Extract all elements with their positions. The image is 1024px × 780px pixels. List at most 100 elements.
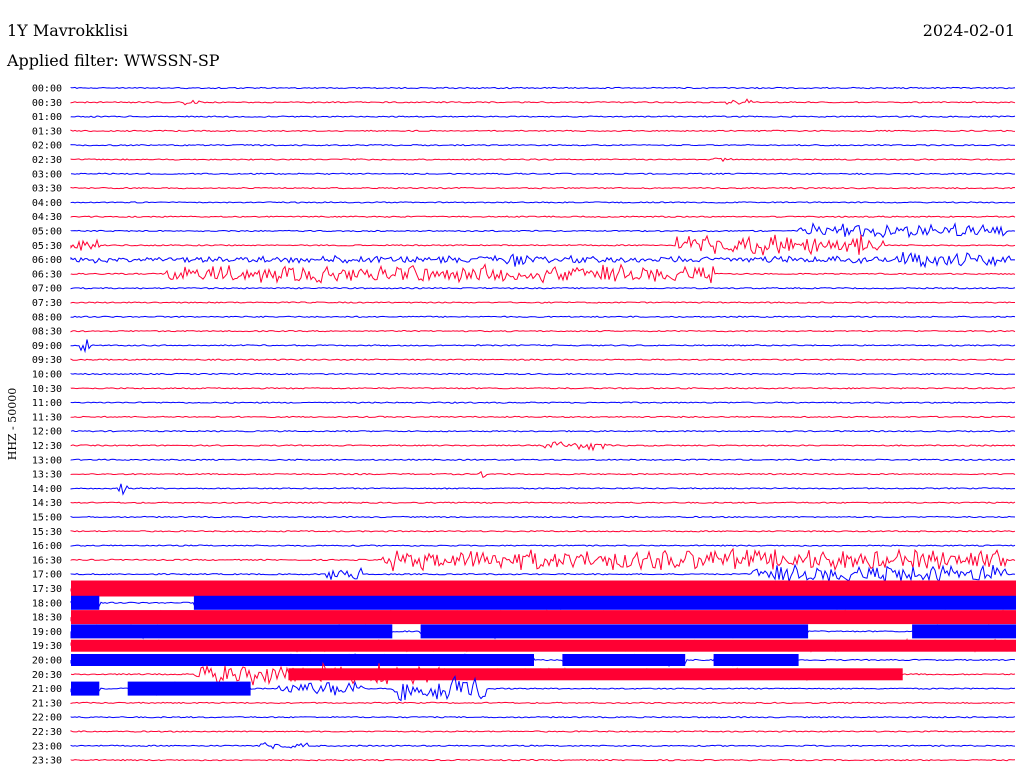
row-time-label: 21:00 bbox=[32, 684, 62, 695]
row-time-label: 05:00 bbox=[32, 227, 62, 238]
row-time-label: 10:30 bbox=[32, 384, 62, 395]
trace-saturation-block bbox=[713, 654, 799, 666]
row-time-label: 13:30 bbox=[32, 470, 62, 481]
y-axis-label: HHZ - 50000 bbox=[6, 388, 19, 461]
trace-row bbox=[70, 234, 1016, 256]
trace-saturation-block bbox=[420, 624, 809, 639]
trace-row bbox=[70, 215, 1016, 218]
row-time-label: 01:00 bbox=[32, 112, 62, 123]
trace-row bbox=[70, 515, 1016, 519]
trace-row bbox=[70, 547, 1016, 572]
row-time-label: 11:30 bbox=[32, 412, 62, 423]
trace-row bbox=[70, 186, 1016, 190]
trace-row bbox=[70, 470, 1016, 479]
row-time-label: 03:30 bbox=[32, 184, 62, 195]
trace-row bbox=[70, 441, 1016, 452]
trace-row bbox=[70, 387, 1016, 390]
row-time-label: 11:00 bbox=[32, 398, 62, 409]
row-time-label: 18:30 bbox=[32, 613, 62, 624]
trace-row bbox=[70, 372, 1016, 376]
row-time-label: 06:00 bbox=[32, 255, 62, 266]
row-time-label: 12:00 bbox=[32, 427, 62, 438]
trace-row bbox=[70, 730, 1016, 733]
trace-saturation-block bbox=[71, 580, 1016, 597]
trace-row bbox=[70, 263, 1016, 284]
row-time-label: 18:00 bbox=[32, 598, 62, 609]
trace-row bbox=[70, 430, 1016, 433]
row-time-label: 07:30 bbox=[32, 298, 62, 309]
trace-row bbox=[70, 401, 1016, 404]
row-time-label: 14:00 bbox=[32, 484, 62, 495]
row-time-label: 14:30 bbox=[32, 498, 62, 509]
row-time-label: 04:30 bbox=[32, 212, 62, 223]
trace-row bbox=[70, 98, 1016, 106]
row-time-label: 20:00 bbox=[32, 656, 62, 667]
row-time-label: 23:00 bbox=[32, 741, 62, 752]
trace-row bbox=[70, 222, 1016, 239]
row-time-label: 03:00 bbox=[32, 169, 62, 180]
row-time-label: 13:00 bbox=[32, 455, 62, 466]
trace-row bbox=[70, 544, 1016, 547]
trace-row bbox=[70, 758, 1016, 762]
row-time-label: 06:30 bbox=[32, 269, 62, 280]
trace-saturation-block bbox=[71, 681, 100, 696]
row-time-label: 22:00 bbox=[32, 713, 62, 724]
row-time-label: 08:30 bbox=[32, 327, 62, 338]
trace-row bbox=[70, 301, 1015, 304]
trace-row bbox=[70, 86, 1016, 90]
trace-saturation-block bbox=[127, 681, 251, 696]
row-time-label: 02:30 bbox=[32, 155, 62, 166]
trace-row bbox=[70, 251, 1016, 269]
trace-row bbox=[70, 144, 1016, 147]
row-time-label: 21:30 bbox=[32, 698, 62, 709]
row-time-label: 17:30 bbox=[32, 584, 62, 595]
row-time-label: 05:30 bbox=[32, 241, 62, 252]
row-time-label: 20:30 bbox=[32, 670, 62, 681]
trace-saturation-block bbox=[912, 624, 1016, 639]
trace-row bbox=[70, 201, 1016, 204]
row-time-label: 08:00 bbox=[32, 312, 62, 323]
trace-row bbox=[70, 742, 1016, 750]
row-time-label: 15:00 bbox=[32, 513, 62, 524]
helicorder-plot: 00:00 00:30 01:00 01:30 02:00 02:30 03:00 03:30… bbox=[6, 84, 1016, 767]
trace-row bbox=[70, 329, 1016, 333]
row-time-label: 19:30 bbox=[32, 641, 62, 652]
trace-row bbox=[70, 415, 1016, 419]
row-time-label: 00:00 bbox=[32, 84, 62, 95]
trace-row bbox=[70, 530, 1016, 533]
trace-row bbox=[70, 129, 1016, 133]
row-time-label: 19:00 bbox=[32, 627, 62, 638]
row-time-label: 16:30 bbox=[32, 555, 62, 566]
trace-row bbox=[70, 458, 1016, 461]
trace-saturation-block bbox=[71, 624, 393, 639]
row-time-label: 09:00 bbox=[32, 341, 62, 352]
row-time-label: 23:30 bbox=[32, 756, 62, 767]
trace-saturation-block bbox=[71, 654, 534, 666]
row-time-label: 00:30 bbox=[32, 98, 62, 109]
row-time-label: 04:00 bbox=[32, 198, 62, 209]
row-time-label: 12:30 bbox=[32, 441, 62, 452]
trace-group bbox=[70, 86, 1016, 762]
trace-row bbox=[70, 339, 1016, 354]
row-time-label: 01:30 bbox=[32, 126, 62, 137]
row-time-label: 22:30 bbox=[32, 727, 62, 738]
row-time-label: 17:00 bbox=[32, 570, 62, 581]
trace-saturation-block bbox=[562, 654, 686, 666]
trace-saturation-block bbox=[71, 639, 1016, 652]
trace-row bbox=[70, 315, 1016, 318]
row-time-label: 15:30 bbox=[32, 527, 62, 538]
trace-saturation-block bbox=[71, 610, 1016, 625]
trace-row bbox=[70, 172, 1016, 175]
trace-row bbox=[70, 358, 1016, 361]
row-time-label: 10:00 bbox=[32, 370, 62, 381]
trace-row bbox=[70, 287, 1016, 290]
row-time-label: 16:00 bbox=[32, 541, 62, 552]
trace-saturation-block bbox=[193, 595, 1016, 610]
trace-row bbox=[70, 701, 1016, 705]
row-time-label: 02:00 bbox=[32, 141, 62, 152]
trace-row bbox=[70, 115, 1016, 118]
trace-row bbox=[70, 501, 1016, 504]
trace-row bbox=[70, 157, 1016, 163]
trace-saturation-block bbox=[288, 668, 903, 681]
row-labels: 00:00 00:30 01:00 01:30 02:00 02:30 03:00 03:30… bbox=[32, 84, 62, 767]
